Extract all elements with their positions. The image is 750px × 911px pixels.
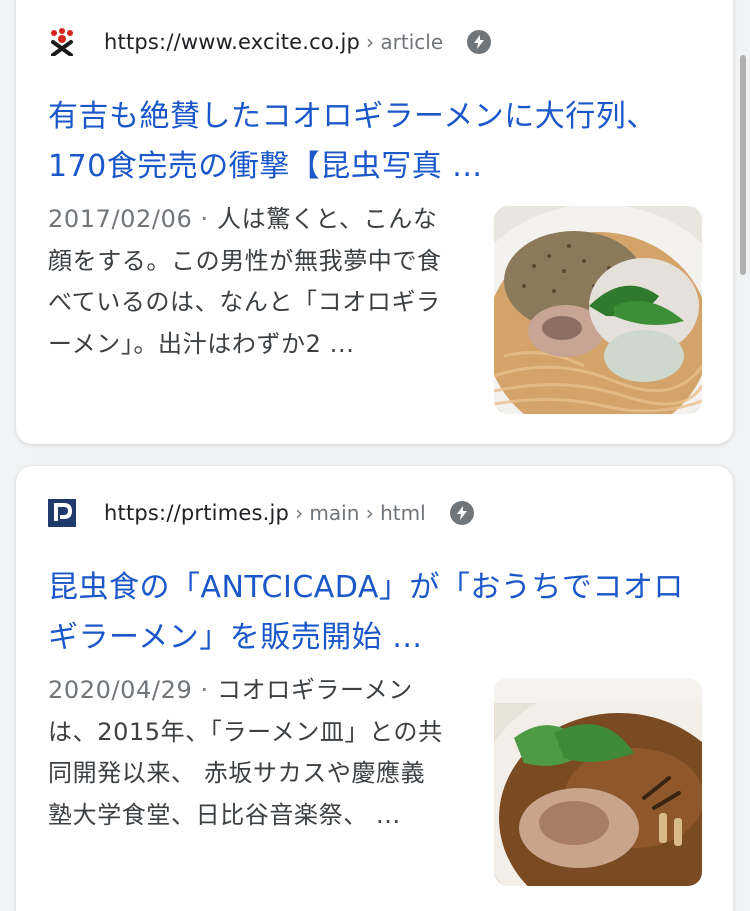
result-source-row[interactable]: https://www.excite.co.jp › article bbox=[48, 22, 693, 62]
ramen-soup-thumbnail[interactable] bbox=[494, 678, 702, 886]
scrollbar[interactable] bbox=[740, 55, 746, 275]
result-url: https://www.excite.co.jp bbox=[104, 30, 361, 54]
result-title-link[interactable]: 昆虫食の「ANTCICADA」が「おうちでコオロギラーメン」を販売開始 ... bbox=[48, 563, 701, 663]
ramen-bowl-thumbnail[interactable] bbox=[494, 206, 702, 414]
prtimes-favicon-icon bbox=[48, 499, 76, 527]
excite-favicon-icon bbox=[48, 28, 76, 56]
result-date: 2017/02/06 · bbox=[48, 205, 218, 233]
result-date: 2020/04/29 · bbox=[48, 676, 218, 704]
result-snippet: 2020/04/29 · コオロギラーメンは、2015年、「ラーメン皿」との共同… bbox=[48, 670, 448, 836]
result-title-link[interactable]: 有吉も絶賛したコオロギラーメンに大行列、170食完売の衝撃【昆虫写真 ... bbox=[48, 92, 701, 192]
result-snippet: 2017/02/06 · 人は驚くと、こんな顔をする。この男性が無我夢中で食べて… bbox=[48, 199, 448, 365]
result-breadcrumb-path: › article bbox=[366, 30, 444, 54]
result-url: https://prtimes.jp bbox=[104, 501, 290, 525]
search-result-card: https://www.excite.co.jp › article 有吉も絶賛… bbox=[16, 0, 733, 444]
search-results-page: https://www.excite.co.jp › article 有吉も絶賛… bbox=[0, 0, 750, 911]
amp-lightning-icon bbox=[467, 30, 492, 54]
search-result-card: https://prtimes.jp › main › html 昆虫食の「AN… bbox=[16, 466, 733, 911]
amp-lightning-icon bbox=[449, 501, 474, 525]
result-breadcrumb-path: › main › html bbox=[295, 501, 426, 525]
result-source-row[interactable]: https://prtimes.jp › main › html bbox=[48, 493, 693, 533]
